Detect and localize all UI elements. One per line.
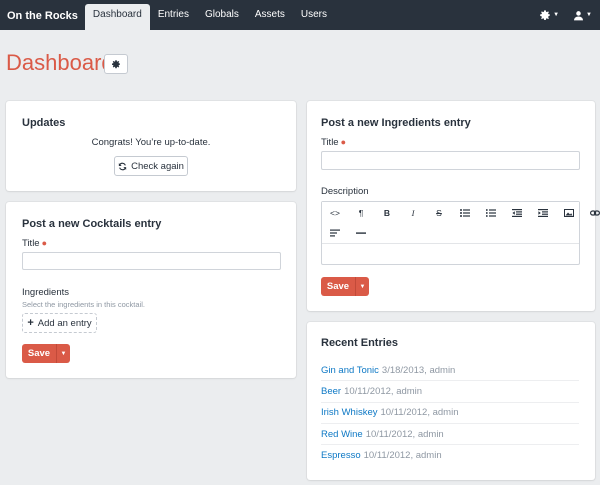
cocktails-title-label: Title ● — [22, 238, 47, 249]
entry-link[interactable]: Beer — [321, 386, 341, 397]
chevron-down-icon: ▼ — [359, 283, 366, 290]
top-nav-bar: On the Rocks Dashboard Entries Globals A… — [0, 0, 600, 30]
entry-link[interactable]: Irish Whiskey — [321, 407, 377, 418]
ingredients-entry-heading: Post a new Ingredients entry — [321, 117, 471, 129]
editor-toolbar: <> ¶ B I S — [322, 202, 600, 244]
nav-item-globals[interactable]: Globals — [197, 4, 247, 30]
nav-item-assets[interactable]: Assets — [247, 4, 293, 30]
cocktails-save-menu-button[interactable]: ▼ — [56, 344, 70, 363]
list-item: Espresso 10/11/2012, admin — [321, 445, 579, 466]
ingredients-title-label: Title ● — [321, 137, 346, 148]
outdent-icon — [512, 209, 522, 217]
main-nav: Dashboard Entries Globals Assets Users — [84, 0, 335, 30]
entry-link[interactable]: Espresso — [321, 450, 361, 461]
add-an-entry-button[interactable]: + Add an entry — [22, 313, 97, 333]
list-item: Red Wine 10/11/2012, admin — [321, 424, 579, 446]
plus-icon: + — [27, 317, 34, 329]
outdent-button[interactable] — [504, 203, 530, 223]
check-again-button[interactable]: Check again — [114, 156, 188, 176]
title-label-text: Title — [321, 137, 339, 148]
check-again-label: Check again — [131, 160, 184, 172]
dashboard-settings-button[interactable] — [104, 54, 128, 74]
cocktails-heading: Post a new Cocktails entry — [22, 218, 162, 230]
paragraph-format-button[interactable]: ¶ — [348, 203, 374, 223]
entry-link[interactable]: Red Wine — [321, 429, 363, 440]
list-item: Beer 10/11/2012, admin — [321, 381, 579, 403]
ingredients-label: Ingredients — [22, 287, 70, 298]
nav-item-users[interactable]: Users — [293, 4, 335, 30]
bold-button[interactable]: B — [374, 203, 400, 223]
editor-toolbar-row-2 — [322, 223, 374, 243]
html-source-button[interactable]: <> — [322, 203, 348, 223]
updates-heading: Updates — [22, 117, 66, 129]
entry-meta: 10/11/2012, admin — [363, 450, 442, 462]
ingredients-title-input[interactable] — [321, 151, 580, 170]
recent-entries-list: Gin and Tonic 3/18/2013, admin Beer 10/1… — [321, 360, 579, 466]
chevron-down-icon: ▼ — [60, 350, 67, 357]
description-rich-text-editor[interactable]: <> ¶ B I S — [321, 201, 600, 265]
new-ingredients-entry-widget: Post a new Ingredients entry Title ● Desc… — [307, 101, 600, 311]
ingredients-save-button-group: Save ▼ — [321, 277, 369, 296]
horizontal-rule-button[interactable] — [348, 223, 374, 243]
ingredients-save-menu-button[interactable]: ▼ — [355, 277, 369, 296]
image-icon — [564, 209, 574, 217]
align-button[interactable] — [322, 223, 348, 243]
italic-button[interactable]: I — [400, 203, 426, 223]
align-left-icon — [330, 229, 340, 237]
link-icon — [590, 210, 600, 216]
entry-link[interactable]: Gin and Tonic — [321, 365, 379, 376]
entry-meta: 3/18/2013, admin — [381, 364, 456, 376]
page-title: Dashboard — [6, 50, 114, 75]
settings-menu-button[interactable]: ▼ — [539, 9, 559, 21]
ingredients-save-button[interactable]: Save — [321, 277, 355, 296]
insert-image-button[interactable] — [556, 203, 582, 223]
list-item: Gin and Tonic 3/18/2013, admin — [321, 360, 579, 382]
indent-button[interactable] — [530, 203, 556, 223]
required-indicator: ● — [41, 238, 48, 248]
title-label-text: Title — [22, 238, 40, 249]
recent-entries-heading: Recent Entries — [321, 337, 399, 349]
ordered-list-icon — [486, 209, 496, 217]
ingredients-hint: Select the ingredients in this cocktail. — [22, 300, 145, 309]
user-icon — [574, 10, 584, 20]
user-menu-button[interactable]: ▼ — [573, 10, 592, 21]
gear-icon — [540, 10, 550, 21]
add-an-entry-label: Add an entry — [37, 317, 92, 329]
insert-link-button[interactable] — [582, 203, 600, 223]
description-label: Description — [321, 186, 369, 197]
entry-meta: 10/11/2012, admin — [380, 407, 459, 419]
chevron-down-icon: ▼ — [553, 12, 560, 18]
editor-toolbar-row-1: <> ¶ B I S — [322, 203, 600, 223]
unordered-list-icon — [460, 209, 470, 217]
strikethrough-button[interactable]: S — [426, 203, 452, 223]
required-indicator: ● — [340, 137, 347, 147]
site-name[interactable]: On the Rocks — [0, 0, 85, 30]
chevron-down-icon: ▼ — [586, 12, 592, 18]
gear-icon — [112, 60, 120, 69]
unordered-list-button[interactable] — [452, 203, 478, 223]
cocktails-save-button[interactable]: Save — [22, 344, 56, 363]
refresh-icon — [118, 162, 127, 170]
cocktails-save-button-group: Save ▼ — [22, 344, 70, 363]
nav-item-entries[interactable]: Entries — [150, 4, 197, 30]
updates-message: Congrats! You’re up-to-date. — [91, 137, 211, 148]
indent-icon — [538, 209, 548, 217]
entry-meta: 10/11/2012, admin — [365, 428, 444, 440]
cocktails-title-input[interactable] — [22, 252, 281, 270]
updates-widget: Updates Congrats! You’re up-to-date. Che… — [6, 101, 296, 191]
paragraph-icon: ¶ — [358, 208, 364, 218]
code-icon: <> — [330, 208, 340, 218]
nav-right: ▼ ▼ — [539, 0, 592, 30]
nav-item-dashboard[interactable]: Dashboard — [84, 4, 150, 30]
ordered-list-button[interactable] — [478, 203, 504, 223]
list-item: Irish Whiskey 10/11/2012, admin — [321, 403, 579, 424]
horizontal-rule-icon — [356, 232, 366, 234]
strikethrough-icon: S — [436, 208, 442, 218]
entry-meta: 10/11/2012, admin — [344, 385, 423, 397]
italic-icon: I — [411, 208, 415, 218]
bold-icon: B — [383, 208, 391, 218]
recent-entries-widget: Recent Entries Gin and Tonic 3/18/2013, … — [307, 322, 595, 480]
new-cocktails-entry-widget: Post a new Cocktails entry Title ● Ingred… — [6, 202, 296, 378]
